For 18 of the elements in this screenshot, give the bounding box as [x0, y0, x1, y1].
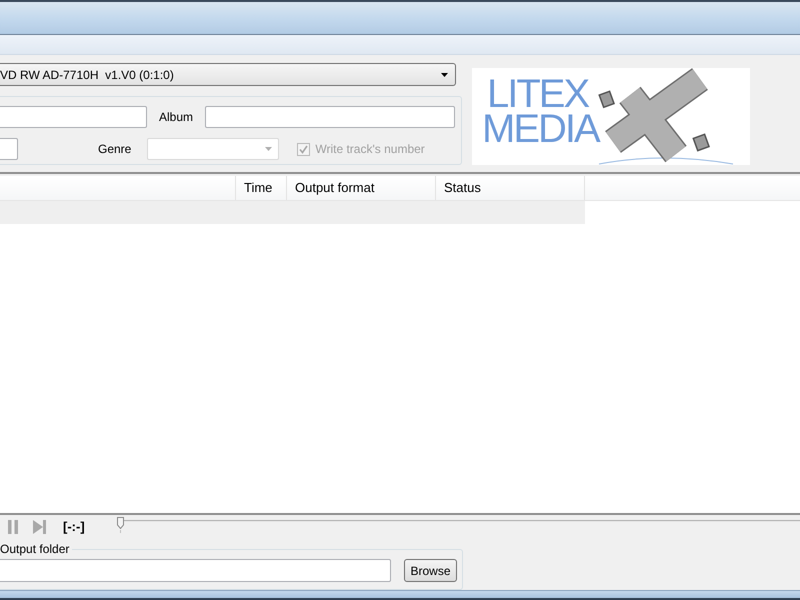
caret-icon — [441, 72, 448, 76]
text-field[interactable] — [0, 138, 18, 160]
timecode: [-:-] — [63, 519, 85, 534]
field-label: Genre — [98, 142, 132, 156]
column-header[interactable]: Time — [236, 176, 287, 200]
slider-thumb[interactable] — [116, 517, 124, 529]
caret-icon — [265, 147, 272, 151]
field-label: Album — [159, 110, 194, 124]
drive-dropdown[interactable]: VD RW AD-7710H v1.V0 (0:1:0) — [0, 63, 456, 86]
logo-text: MEDIA — [482, 112, 599, 147]
logo-text: LITEX — [487, 77, 588, 112]
group-label: Output folder — [0, 542, 70, 556]
browse-button[interactable]: Browse — [404, 559, 457, 582]
column-header[interactable]: Output format — [287, 176, 436, 200]
folder-path-field[interactable] — [0, 559, 391, 582]
text-field[interactable] — [0, 106, 147, 128]
album-field[interactable] — [205, 106, 455, 128]
column-header[interactable]: Status — [436, 176, 585, 200]
